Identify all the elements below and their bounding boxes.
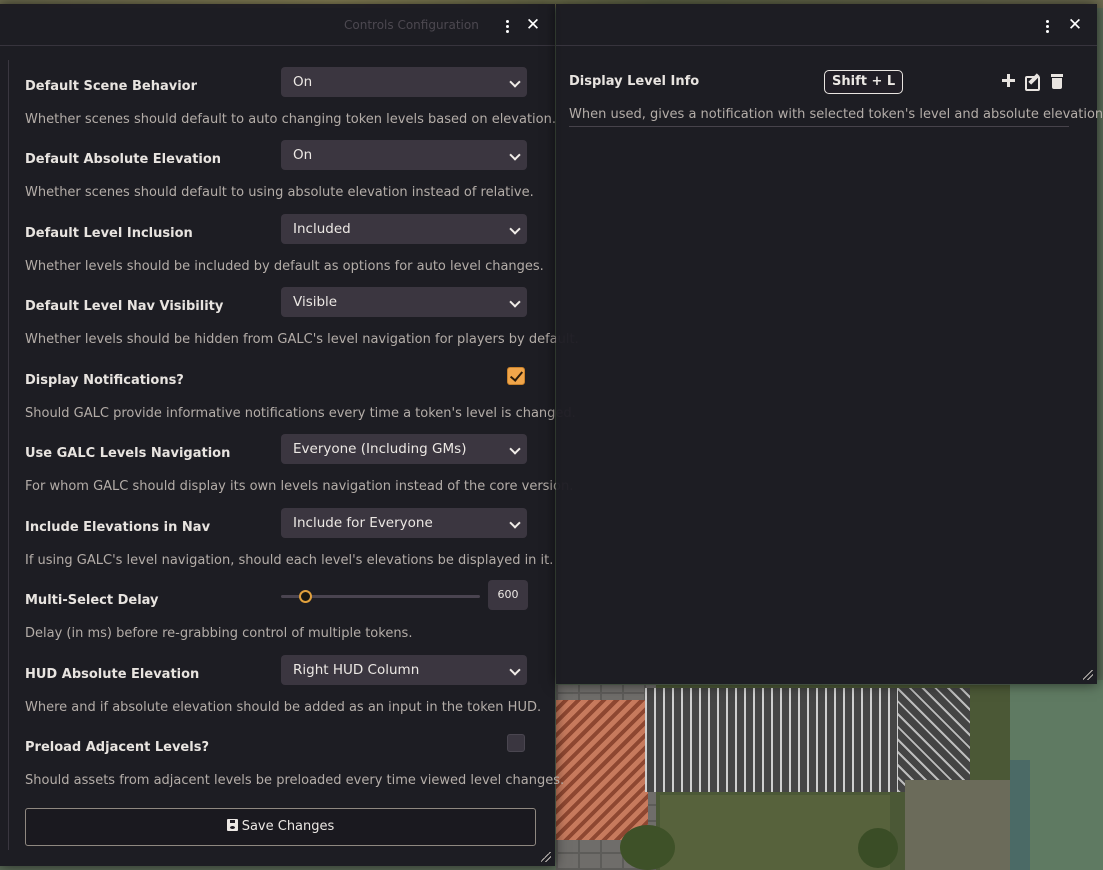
- select-value: Include for Everyone: [293, 515, 433, 531]
- map-dark-roof-wing: [898, 688, 970, 792]
- default-scene-behavior-select[interactable]: On: [281, 67, 527, 97]
- edit-icon[interactable]: [1024, 72, 1042, 91]
- setting-hint: If using GALC's level navigation, should…: [25, 553, 554, 568]
- setting-label: Default Absolute Elevation: [25, 152, 222, 167]
- map-dark-roof: [645, 688, 903, 792]
- preload-adjacent-levels-checkbox[interactable]: [507, 734, 525, 752]
- map-wall: [905, 780, 1010, 870]
- plus-icon[interactable]: [1000, 72, 1018, 90]
- select-value: Visible: [293, 294, 338, 310]
- map-red-roof: [556, 700, 648, 840]
- include-elevations-in-nav-select[interactable]: Include for Everyone: [281, 508, 527, 538]
- setting-hint: Should assets from adjacent levels be pr…: [25, 773, 565, 788]
- select-value: Right HUD Column: [293, 662, 420, 678]
- setting-label: Default Level Nav Visibility: [25, 299, 224, 314]
- setting-label: Multi-Select Delay: [25, 593, 159, 608]
- setting-hint: Whether scenes should default to auto ch…: [25, 112, 556, 127]
- setting-label: Use GALC Levels Navigation: [25, 446, 231, 461]
- floppy-disk-icon: [226, 819, 238, 831]
- chevron-down-icon: [509, 223, 521, 235]
- setting-label: Default Level Inclusion: [25, 226, 193, 241]
- default-absolute-elevation-select[interactable]: On: [281, 140, 527, 170]
- close-icon[interactable]: ✕: [524, 15, 542, 35]
- select-value: Included: [293, 221, 351, 237]
- setting-hint: Whether levels should be included by def…: [25, 259, 544, 274]
- setting-hint: Where and if absolute elevation should b…: [25, 700, 542, 715]
- chevron-down-icon: [509, 443, 521, 455]
- map-water: [1010, 760, 1030, 870]
- window-title: Controls Configuration: [344, 18, 479, 32]
- map-tree: [620, 825, 675, 870]
- chevron-down-icon: [509, 76, 521, 88]
- map-tree: [858, 828, 898, 868]
- trash-icon[interactable]: [1048, 72, 1066, 90]
- divider: [569, 126, 1069, 127]
- window-menu-icon[interactable]: [498, 15, 516, 35]
- setting-hint: Whether levels should be hidden from GAL…: [25, 332, 579, 347]
- display-notifications-checkbox[interactable]: [507, 367, 525, 385]
- chevron-down-icon: [509, 664, 521, 676]
- resize-handle[interactable]: [1083, 670, 1093, 680]
- setting-label: Default Scene Behavior: [25, 79, 197, 94]
- hud-absolute-elevation-select[interactable]: Right HUD Column: [281, 655, 527, 685]
- slider-handle[interactable]: [298, 590, 312, 603]
- chevron-down-icon: [509, 296, 521, 308]
- setting-label: HUD Absolute Elevation: [25, 667, 200, 682]
- settings-window: Controls Configuration ✕ Default Scene B…: [0, 4, 579, 866]
- close-icon[interactable]: ✕: [1066, 15, 1084, 35]
- setting-label: Preload Adjacent Levels?: [25, 740, 209, 755]
- slider-value-readout: 600: [488, 580, 528, 610]
- window-menu-icon[interactable]: [1038, 15, 1056, 35]
- setting-hint: Should GALC provide informative notifica…: [25, 406, 576, 421]
- resize-handle[interactable]: [541, 852, 551, 862]
- map-courtyard: [660, 795, 890, 870]
- select-value: On: [293, 147, 313, 163]
- select-value: On: [293, 74, 313, 90]
- setting-hint: Delay (in ms) before re-grabbing control…: [25, 626, 413, 641]
- setting-hint: Whether scenes should default to using a…: [25, 185, 534, 200]
- window-header[interactable]: Controls Configuration ✕: [0, 4, 555, 46]
- default-level-inclusion-select[interactable]: Included: [281, 214, 527, 244]
- chevron-down-icon: [509, 149, 521, 161]
- action-label: Display Level Info: [569, 74, 700, 89]
- save-changes-button[interactable]: Save Changes: [25, 808, 536, 846]
- controls-window: ✕ Display Level Info Shift + L When used…: [556, 4, 1103, 684]
- window-header[interactable]: ✕: [556, 4, 1097, 46]
- setting-label: Display Notifications?: [25, 373, 184, 388]
- select-value: Everyone (Including GMs): [293, 441, 467, 457]
- setting-hint: For whom GALC should display its own lev…: [25, 479, 574, 494]
- content-border: [8, 60, 9, 850]
- setting-label: Include Elevations in Nav: [25, 520, 211, 535]
- keybinding-chip[interactable]: Shift + L: [824, 70, 904, 94]
- default-level-nav-visibility-select[interactable]: Visible: [281, 287, 527, 317]
- chevron-down-icon: [509, 517, 521, 529]
- save-button-label: Save Changes: [241, 819, 335, 834]
- use-galc-levels-navigation-select[interactable]: Everyone (Including GMs): [281, 434, 527, 464]
- action-hint: When used, gives a notification with sel…: [569, 107, 1103, 122]
